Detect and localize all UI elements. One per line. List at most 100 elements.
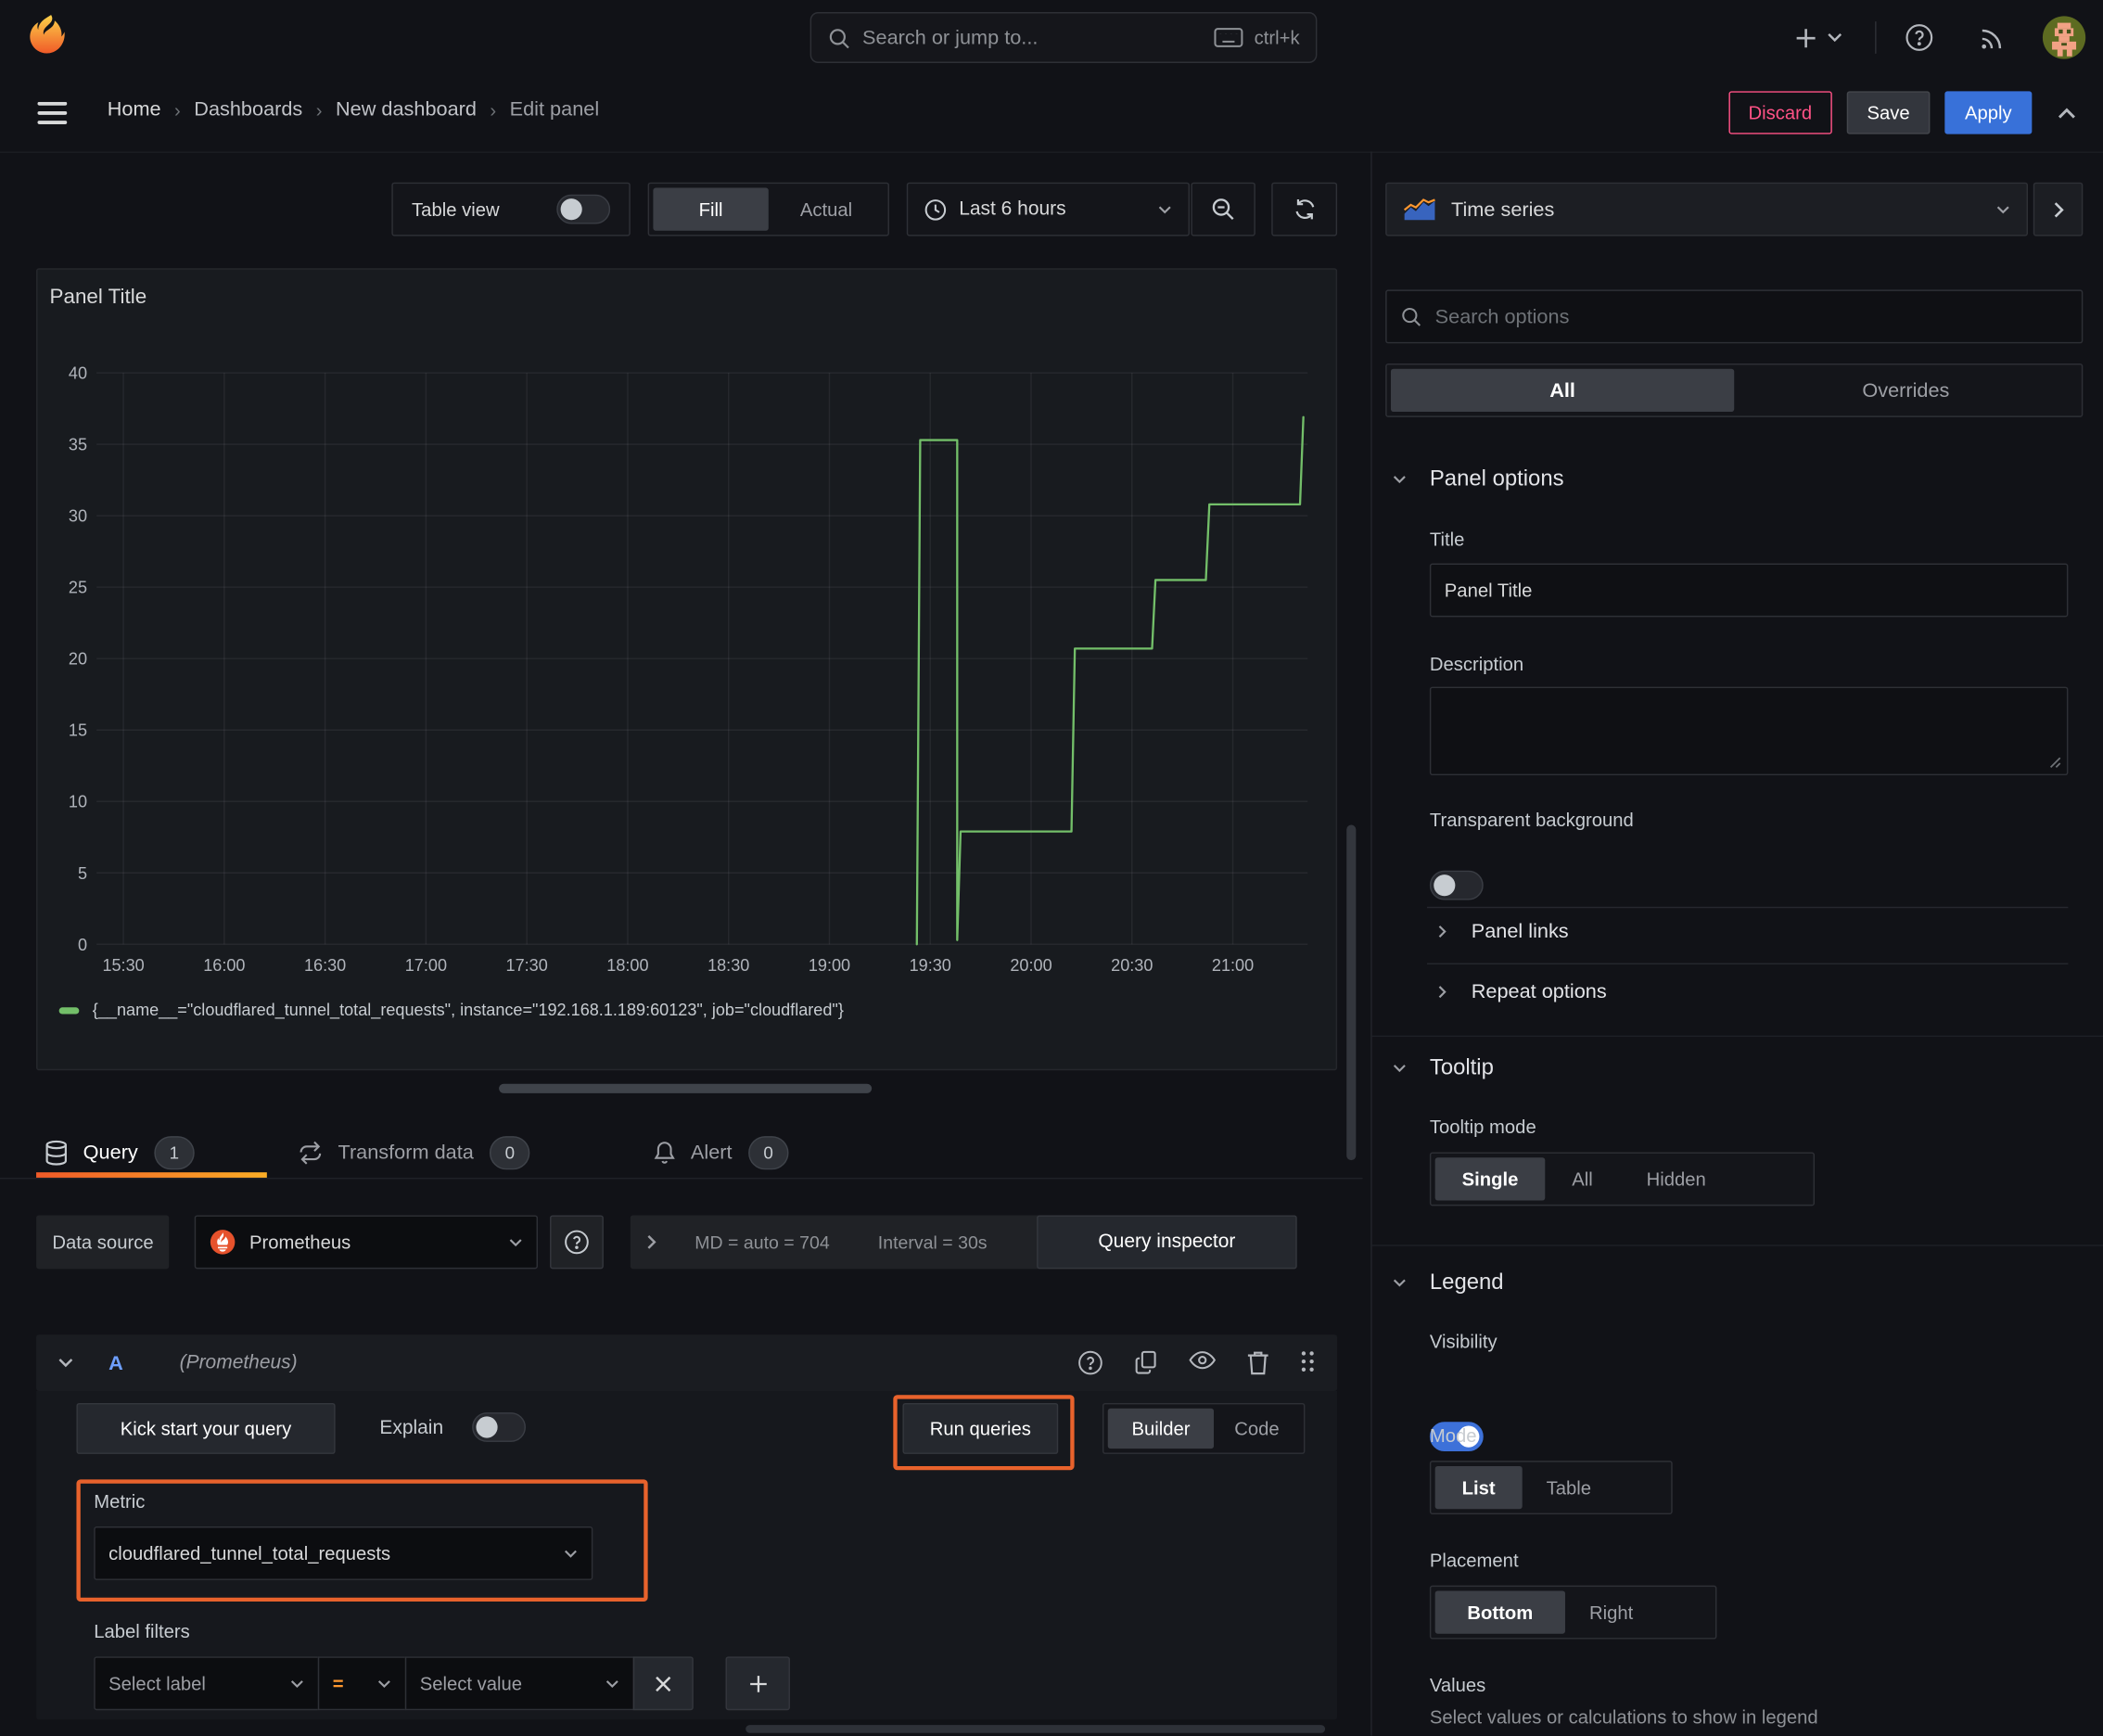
chevron-right-icon — [1438, 925, 1447, 939]
query-help-icon[interactable] — [1077, 1349, 1103, 1376]
explain-toggle[interactable] — [472, 1412, 526, 1442]
y-tick-label: 40 — [69, 364, 87, 383]
table-view-toggle[interactable] — [556, 194, 611, 224]
query-row-header[interactable]: A (Prometheus) — [36, 1334, 1338, 1391]
legend-header[interactable]: Legend — [1392, 1270, 1504, 1296]
description-label: Description — [1429, 653, 1524, 675]
transparent-background-toggle[interactable] — [1429, 870, 1484, 900]
drag-grip-icon[interactable] — [1300, 1349, 1316, 1376]
time-range-label: Last 6 hours — [959, 198, 1066, 221]
legend-mode-list[interactable]: List — [1434, 1465, 1523, 1510]
tab-overrides[interactable]: Overrides — [1734, 369, 2077, 412]
avatar[interactable] — [2041, 15, 2086, 60]
hide-response-eye-icon[interactable] — [1189, 1349, 1217, 1376]
chevron-down-icon — [1392, 475, 1407, 484]
metric-select[interactable]: cloudflared_tunnel_total_requests — [94, 1526, 593, 1580]
breadcrumb-new-dashboard[interactable]: New dashboard — [336, 98, 477, 121]
tooltip-hidden-option[interactable]: Hidden — [1620, 1157, 1733, 1200]
tab-transform-data[interactable]: Transform data 0 — [298, 1136, 530, 1170]
run-queries-button[interactable]: Run queries — [902, 1402, 1059, 1454]
legend-values-label: Values — [1429, 1674, 1486, 1696]
repeat-options-header[interactable]: Repeat options — [1438, 980, 1607, 1003]
app-root: Search or jump to... ctrl+k Home › Dashb… — [0, 0, 2103, 1736]
x-tick-label: 16:30 — [304, 956, 346, 975]
actual-option[interactable]: Actual — [769, 187, 884, 230]
discard-button[interactable]: Discard — [1727, 91, 1832, 134]
grafana-logo[interactable] — [27, 13, 72, 58]
y-tick-label: 25 — [69, 579, 87, 597]
legend-mode-table[interactable]: Table — [1523, 1466, 1615, 1509]
zoom-out-button[interactable] — [1191, 182, 1255, 236]
tooltip-all-option[interactable]: All — [1545, 1157, 1619, 1200]
visualization-picker[interactable]: Time series — [1385, 182, 2028, 236]
builder-option[interactable]: Builder — [1107, 1408, 1215, 1449]
help-button[interactable] — [1898, 16, 1941, 58]
new-menu-button[interactable] — [1784, 16, 1843, 58]
fill-option[interactable]: Fill — [653, 187, 769, 231]
placement-bottom[interactable]: Bottom — [1434, 1590, 1565, 1634]
series-line[interactable] — [915, 415, 1305, 946]
search-options-input[interactable]: Search options — [1385, 289, 2084, 344]
data-source-select[interactable]: Prometheus — [194, 1215, 539, 1270]
tab-query[interactable]: Query 1 — [45, 1136, 195, 1170]
add-filter-button[interactable] — [725, 1656, 790, 1711]
legend-mode-label: Mode — [1429, 1424, 1477, 1447]
y-tick-label: 0 — [78, 936, 87, 954]
top-nav: Search or jump to... ctrl+k — [0, 0, 2103, 77]
operator-dropdown[interactable]: = — [317, 1656, 407, 1711]
table-view-label: Table view — [412, 198, 500, 221]
breadcrumb-home[interactable]: Home — [108, 98, 161, 121]
remove-filter-button[interactable] — [632, 1656, 694, 1711]
database-icon — [45, 1140, 69, 1167]
panel-options-header[interactable]: Panel options — [1392, 466, 1564, 491]
divider — [1426, 906, 2069, 909]
select-label-dropdown[interactable]: Select label — [94, 1656, 320, 1711]
query-inspector-button[interactable]: Query inspector — [1037, 1215, 1297, 1270]
x-tick-label: 20:30 — [1111, 956, 1153, 975]
global-search-input[interactable]: Search or jump to... ctrl+k — [809, 12, 1318, 63]
code-option[interactable]: Code — [1214, 1409, 1299, 1449]
placement-right[interactable]: Right — [1565, 1590, 1657, 1633]
query-datasource-hint: (Prometheus) — [179, 1351, 298, 1374]
transparent-background-label: Transparent background — [1429, 809, 1634, 831]
tab-all[interactable]: All — [1390, 368, 1735, 413]
vertical-scrollbar[interactable] — [1346, 824, 1357, 1161]
collapse-chevron-up-icon[interactable] — [2058, 107, 2076, 119]
time-series-viz-icon — [1403, 198, 1436, 221]
legend-title: Legend — [1429, 1270, 1504, 1295]
datasource-help-button[interactable] — [550, 1215, 604, 1270]
breadcrumb-dashboards[interactable]: Dashboards — [194, 98, 302, 121]
tab-query-label: Query — [83, 1141, 138, 1165]
horizontal-scrollbar[interactable] — [746, 1725, 1326, 1733]
news-rss-icon[interactable] — [1970, 16, 2013, 58]
legend-series-label[interactable]: {__name__="cloudflared_tunnel_total_requ… — [93, 1001, 844, 1019]
refresh-button[interactable] — [1271, 182, 1338, 236]
x-tick-label: 19:30 — [910, 956, 951, 975]
tab-alert[interactable]: Alert 0 — [653, 1136, 789, 1170]
chevron-right-icon — [2053, 200, 2064, 218]
sidebar-divider — [1370, 151, 1372, 1736]
panel-resize-handle[interactable] — [499, 1083, 873, 1093]
chevron-down-icon — [1392, 1064, 1407, 1073]
panel-title-input[interactable]: Panel Title — [1429, 563, 2069, 618]
legend-swatch[interactable] — [58, 1006, 80, 1014]
chevron-right-icon: › — [315, 98, 323, 121]
description-textarea[interactable] — [1429, 686, 2069, 776]
tooltip-single-option[interactable]: Single — [1434, 1157, 1546, 1201]
hamburger-menu-icon[interactable] — [37, 101, 68, 125]
chart-svg[interactable]: 0 5 10 15 20 25 30 35 40 15:30 16:00 16:30 17:00 17:3… — [36, 342, 1337, 993]
remove-query-trash-icon[interactable] — [1246, 1349, 1270, 1376]
apply-button[interactable]: Apply — [1944, 91, 2033, 134]
chevron-right-icon — [646, 1234, 657, 1250]
panel-links-header[interactable]: Panel links — [1438, 920, 1569, 943]
bell-icon — [653, 1140, 676, 1165]
collapse-options-button[interactable] — [2033, 182, 2084, 236]
select-value-dropdown[interactable]: Select value — [404, 1656, 635, 1711]
query-refid[interactable]: A — [108, 1351, 123, 1374]
chevron-down-icon[interactable] — [57, 1358, 73, 1369]
duplicate-query-icon[interactable] — [1133, 1349, 1158, 1376]
tooltip-header[interactable]: Tooltip — [1392, 1055, 1494, 1080]
kick-start-query-button[interactable]: Kick start your query — [76, 1402, 336, 1454]
save-button[interactable]: Save — [1846, 91, 1931, 134]
time-range-picker[interactable]: Last 6 hours — [906, 182, 1190, 236]
